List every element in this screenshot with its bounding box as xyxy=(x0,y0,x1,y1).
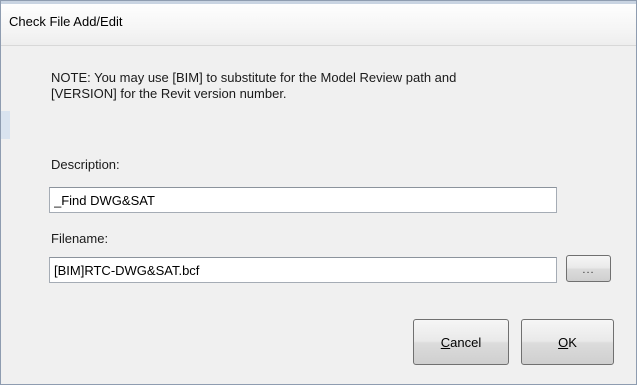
note-line-1: NOTE: You may use [BIM] to substitute fo… xyxy=(51,70,457,85)
title-bar[interactable]: Check File Add/Edit xyxy=(1,1,636,46)
cancel-label-rest: ancel xyxy=(450,334,482,350)
check-file-dialog: Check File Add/Edit NOTE: You may use [B… xyxy=(0,0,637,385)
browse-button-label: ... xyxy=(582,264,595,276)
description-label: Description: xyxy=(51,157,120,172)
cancel-mnemonic: C xyxy=(440,334,451,350)
cancel-button[interactable]: Cancel xyxy=(413,319,509,365)
title-bar-accent xyxy=(1,1,636,4)
note-text: NOTE: You may use [BIM] to substitute fo… xyxy=(51,70,611,102)
ok-label-rest: K xyxy=(568,334,577,350)
ok-mnemonic: O xyxy=(558,334,569,350)
filename-label: Filename: xyxy=(51,231,109,246)
browse-button[interactable]: ... xyxy=(566,255,611,282)
ok-button[interactable]: OK xyxy=(521,319,614,365)
filename-input[interactable] xyxy=(49,257,557,283)
description-input[interactable] xyxy=(49,187,557,213)
left-edge-accent xyxy=(1,111,10,139)
window-title: Check File Add/Edit xyxy=(9,14,123,29)
note-line-2: [VERSION] for the Revit version number. xyxy=(51,86,287,101)
